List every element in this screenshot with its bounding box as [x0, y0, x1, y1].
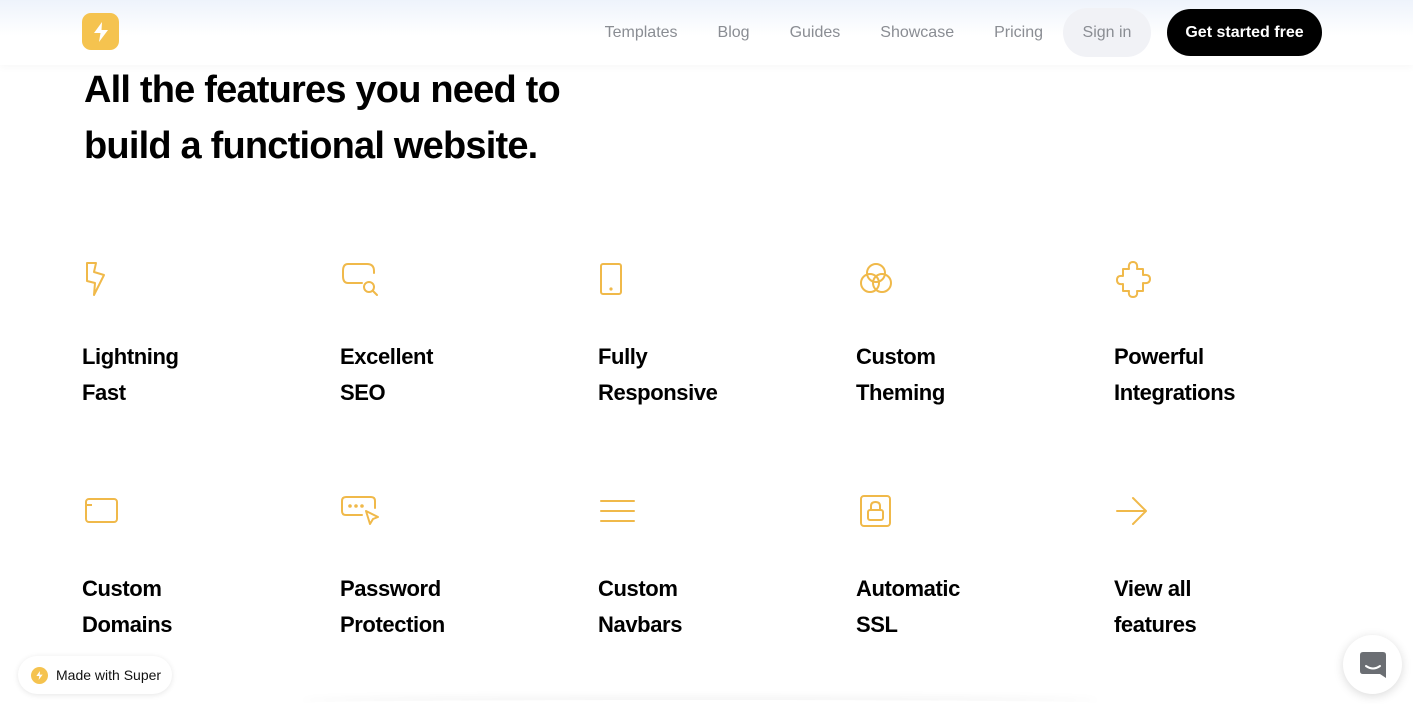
seo-search-icon	[342, 263, 378, 296]
feature-title: Powerful Integrations	[1114, 344, 1236, 405]
lightning-icon	[86, 262, 105, 296]
nav-templates[interactable]: Templates	[605, 24, 678, 42]
lightning-icon	[93, 21, 108, 42]
feature-title: Lightning Fast	[82, 344, 179, 405]
page-title-line-2: build a functional website.	[84, 125, 538, 167]
password-cursor-icon	[341, 496, 379, 525]
feature-title: Automatic SSL	[856, 576, 960, 637]
lightning-icon	[31, 666, 48, 684]
made-with-super-badge[interactable]: Made with Super	[18, 656, 172, 694]
page-title-line-1: All the features you need to	[84, 69, 561, 111]
sign-in-button[interactable]: Sign in	[1063, 8, 1151, 57]
browser-window-icon	[85, 498, 118, 523]
get-started-button[interactable]: Get started free	[1167, 9, 1322, 56]
nav-showcase[interactable]: Showcase	[880, 24, 954, 42]
nav-guides[interactable]: Guides	[790, 24, 841, 42]
feature-title: View all features	[1114, 576, 1197, 637]
puzzle-piece-icon	[1116, 261, 1151, 298]
feature-title: Excellent SEO	[340, 344, 434, 405]
color-circles-icon	[860, 263, 892, 293]
top-navigation-bar: Templates Blog Guides Showcase Pricing S…	[0, 0, 1413, 65]
page-title: All the features you need to build a fun…	[84, 62, 644, 174]
main-nav: Templates Blog Guides Showcase Pricing S…	[565, 0, 1322, 65]
feature-title: Fully Responsive	[598, 344, 718, 405]
feature-title: Custom Navbars	[598, 576, 683, 637]
section-divider-shadow	[300, 700, 1100, 704]
feature-title: Password Protection	[340, 576, 445, 637]
badge-label: Made with Super	[56, 667, 162, 683]
menu-lines-icon	[600, 500, 635, 522]
feature-title: Custom Theming	[856, 344, 945, 405]
nav-pricing[interactable]: Pricing	[994, 24, 1043, 42]
lock-icon	[860, 495, 891, 527]
chat-icon	[1359, 651, 1386, 678]
chat-launcher-button[interactable]	[1343, 635, 1402, 694]
logo[interactable]	[82, 13, 119, 50]
arrow-right-icon	[1116, 497, 1147, 525]
mobile-device-icon	[600, 263, 622, 295]
nav-blog[interactable]: Blog	[718, 24, 750, 42]
feature-title: Custom Domains	[82, 576, 173, 637]
